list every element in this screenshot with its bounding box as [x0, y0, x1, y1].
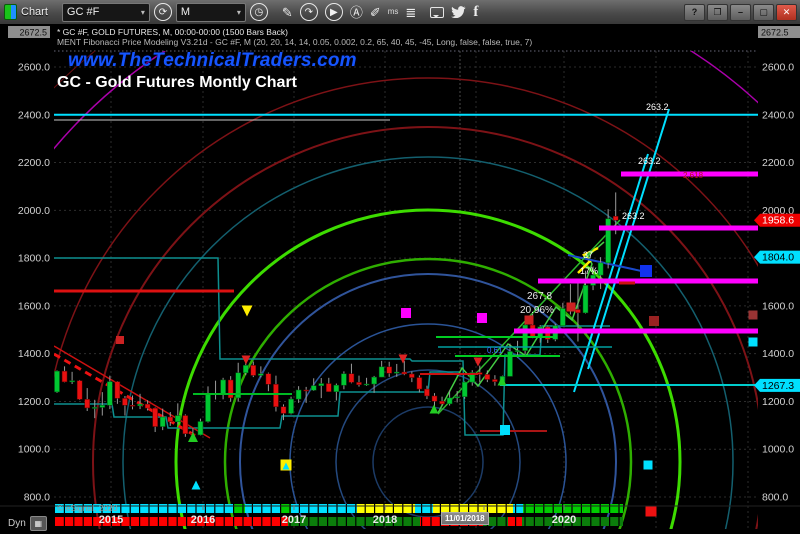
svg-text:2015: 2015: [99, 514, 123, 526]
pencil-draw-icon[interactable]: ✎: [282, 6, 293, 19]
svg-text:263.2: 263.2: [638, 156, 661, 166]
time-template-button[interactable]: ◷: [250, 3, 268, 21]
window-title: Chart: [21, 6, 48, 18]
svg-text:2672.5: 2672.5: [19, 28, 47, 38]
esignal-chart-icon: [4, 4, 17, 20]
social-tools: f: [430, 5, 478, 20]
auto-analysis-a-icon[interactable]: Ⓐ: [350, 6, 363, 19]
svg-text:1000.0: 1000.0: [18, 444, 50, 456]
chat-icon[interactable]: [430, 7, 444, 18]
chevron-down-icon: ▾: [237, 8, 241, 17]
svg-text:1600.0: 1600.0: [18, 300, 50, 312]
price-chart[interactable]: 263.2 263.2 263.2 267.8 20.96% 37 17% 0.61 2.618…: [0, 24, 800, 534]
svg-text:1804.0: 1804.0: [762, 252, 794, 264]
svg-text:20.96%: 20.96%: [520, 305, 554, 316]
svg-text:2017: 2017: [282, 514, 306, 526]
svg-text:2400.0: 2400.0: [762, 109, 794, 121]
svg-text:1267.3: 1267.3: [762, 380, 794, 392]
svg-text:2.618: 2.618: [683, 171, 704, 180]
chart-area: 263.2 263.2 263.2 267.8 20.96% 37 17% 0.61 2.618…: [0, 24, 800, 534]
svg-text:2016: 2016: [191, 514, 215, 526]
chart-window: Chart GC #F ▾ ⟳ M ▾ ◷ ✎ ↷ ▶ Ⓐ ✐ ms ≣ f ?❐–▢✕ 2…: [0, 0, 800, 534]
svg-text:1200.0: 1200.0: [18, 396, 50, 408]
interval-input[interactable]: M ▾: [176, 3, 246, 22]
maximize-button[interactable]: ▢: [753, 4, 774, 21]
svg-text:37: 37: [583, 250, 593, 260]
svg-text:2600.0: 2600.0: [762, 62, 794, 74]
drawing-tools: ✎ ↷ ▶ Ⓐ ✐ ms ≣: [282, 3, 416, 21]
svg-text:800.0: 800.0: [762, 492, 788, 504]
redo-arrow-icon[interactable]: ↷: [300, 3, 318, 21]
svg-text:1400.0: 1400.0: [18, 348, 50, 360]
window-titlebar: Chart GC #F ▾ ⟳ M ▾ ◷ ✎ ↷ ▶ Ⓐ ✐ ms ≣ f ?❐–▢✕: [0, 0, 800, 25]
ms-label-icon[interactable]: ms: [388, 8, 399, 16]
interval-value: M: [181, 6, 190, 18]
svg-text:2400.0: 2400.0: [18, 109, 50, 121]
svg-text:0.61: 0.61: [487, 346, 503, 355]
restore-button[interactable]: ❐: [707, 4, 728, 21]
svg-text:2600.0: 2600.0: [18, 62, 50, 74]
symbol-lookup-button[interactable]: ⟳: [154, 3, 172, 21]
svg-text:2672.5: 2672.5: [761, 28, 789, 38]
close-button[interactable]: ✕: [776, 4, 797, 21]
symbol-value: GC #F: [67, 6, 99, 18]
twitter-icon[interactable]: [451, 6, 466, 18]
svg-text:1958.6: 1958.6: [762, 215, 794, 227]
svg-text:1200.0: 1200.0: [762, 396, 794, 408]
svg-text:17%: 17%: [580, 266, 598, 276]
svg-text:2018: 2018: [373, 514, 397, 526]
svg-text:2200.0: 2200.0: [18, 157, 50, 169]
svg-text:2020: 2020: [552, 514, 576, 526]
svg-text:267.8: 267.8: [527, 291, 552, 302]
svg-text:1800.0: 1800.0: [18, 253, 50, 265]
svg-text:2000.0: 2000.0: [18, 205, 50, 217]
facebook-icon[interactable]: f: [473, 5, 478, 20]
svg-text:1600.0: 1600.0: [762, 300, 794, 312]
svg-text:9: 9: [481, 514, 487, 526]
svg-text:263.2: 263.2: [646, 102, 669, 112]
svg-text:2200.0: 2200.0: [762, 157, 794, 169]
console-icon[interactable]: ≣: [405, 6, 416, 19]
marker-pen-icon[interactable]: ✐: [370, 6, 381, 19]
svg-text:263.2: 263.2: [622, 211, 645, 221]
svg-text:800.0: 800.0: [24, 492, 50, 504]
symbol-input[interactable]: GC #F ▾: [62, 3, 150, 22]
chevron-down-icon: ▾: [141, 8, 145, 17]
play-circle-icon[interactable]: ▶: [325, 3, 343, 21]
help-button[interactable]: ?: [684, 4, 705, 21]
minimize-button[interactable]: –: [730, 4, 751, 21]
window-buttons: ?❐–▢✕: [684, 4, 797, 21]
svg-text:1400.0: 1400.0: [762, 348, 794, 360]
svg-text:1000.0: 1000.0: [762, 444, 794, 456]
